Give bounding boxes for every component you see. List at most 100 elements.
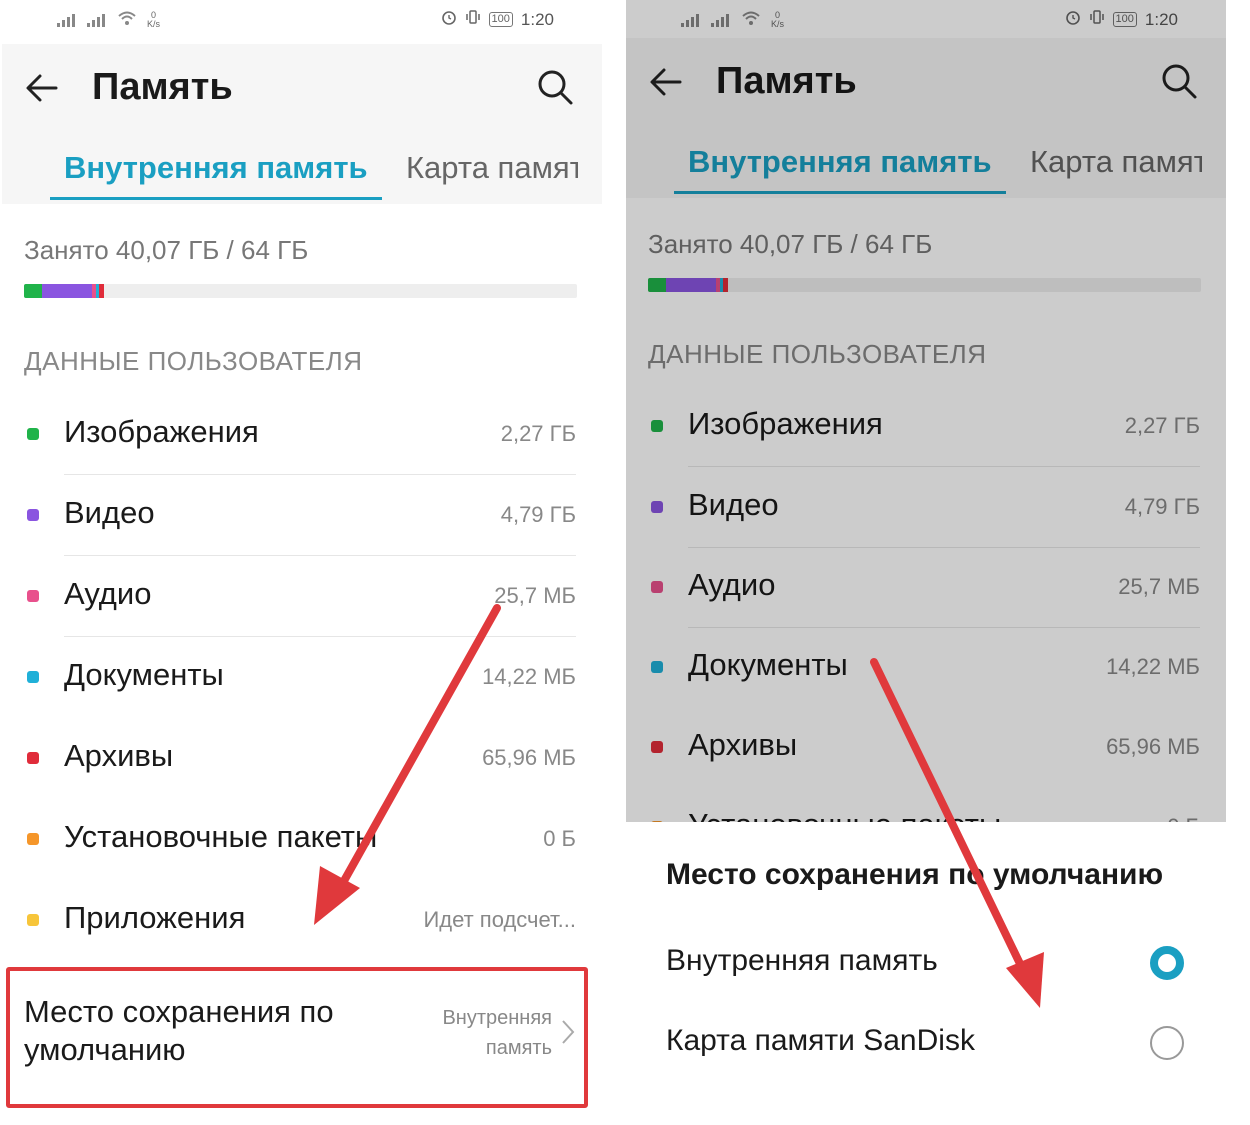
category-name: Архивы bbox=[64, 738, 174, 773]
category-size: 25,7 МБ bbox=[1118, 574, 1200, 599]
category-name: Изображения bbox=[688, 406, 883, 441]
option-label: Карта памяти SanDisk bbox=[666, 1024, 975, 1057]
phone-screen-left: 0 K/s 100 1:20 Память Внутренняя память К… bbox=[2, 0, 602, 1125]
category-size: 14,22 МБ bbox=[482, 664, 576, 689]
storage-used-text: Занято 40,07 ГБ / 64 ГБ bbox=[24, 235, 309, 265]
category-row-images[interactable]: Изображения 2,27 ГБ bbox=[626, 386, 1226, 467]
category-row-documents[interactable]: Документы 14,22 МБ bbox=[2, 637, 602, 718]
status-time: 1:20 bbox=[520, 9, 554, 29]
tab-memory-card-clip: Карта памяти bbox=[1030, 138, 1202, 188]
chevron-right-icon bbox=[562, 1020, 575, 1044]
category-name: Изображения bbox=[64, 414, 259, 449]
category-dot bbox=[27, 671, 39, 683]
signal-icon bbox=[681, 13, 701, 27]
section-header-user-data: ДАННЫЕ ПОЛЬЗОВАТЕЛЯ bbox=[24, 346, 363, 376]
alarm-icon bbox=[441, 9, 457, 30]
phone-screen-right: 0 K/s 100 1:20 Память Внутренняя память К… bbox=[626, 0, 1226, 1125]
back-arrow-icon[interactable] bbox=[648, 64, 684, 100]
category-dot bbox=[651, 501, 663, 513]
net-speed: 0 K/s bbox=[147, 9, 161, 29]
app-bar: Память Внутренняя память Карта памяти bbox=[626, 38, 1226, 198]
vibrate-icon bbox=[1089, 9, 1105, 30]
option-internal-storage[interactable]: Внутренняя память bbox=[626, 924, 1226, 1004]
category-dot bbox=[27, 428, 39, 440]
storage-segment-archives bbox=[723, 278, 728, 292]
category-size: 25,7 МБ bbox=[494, 583, 576, 608]
search-icon[interactable] bbox=[1160, 62, 1198, 100]
category-name: Установочные пакеты bbox=[64, 819, 378, 854]
tab-memory-card[interactable]: Карта памяти bbox=[406, 150, 578, 186]
category-name: Приложения bbox=[64, 900, 246, 935]
status-time: 1:20 bbox=[1144, 9, 1178, 29]
category-dot bbox=[651, 661, 663, 673]
category-row-apps[interactable]: Приложения Идет подсчет... bbox=[2, 880, 602, 961]
radio-selected-icon[interactable] bbox=[1150, 946, 1184, 980]
storage-segment-archives bbox=[99, 284, 104, 298]
status-bar: 0 K/s 100 1:20 bbox=[2, 0, 602, 44]
category-row-video[interactable]: Видео 4,79 ГБ bbox=[626, 467, 1226, 548]
storage-segment-images bbox=[24, 284, 42, 298]
category-name: Видео bbox=[688, 487, 779, 522]
default-location-sheet: Место сохранения по умолчанию Внутренняя… bbox=[626, 822, 1226, 1125]
signal-icon bbox=[87, 13, 107, 27]
default-location-label: Место сохранения по умолчанию bbox=[24, 994, 334, 1067]
category-row-images[interactable]: Изображения 2,27 ГБ bbox=[2, 394, 602, 475]
category-size: 65,96 МБ bbox=[1106, 734, 1200, 759]
category-dot bbox=[651, 581, 663, 593]
category-name: Видео bbox=[64, 495, 155, 530]
category-row-archives[interactable]: Архивы 65,96 МБ bbox=[2, 718, 602, 799]
category-row-audio[interactable]: Аудио 25,7 МБ bbox=[626, 547, 1226, 628]
signal-icon bbox=[711, 13, 731, 27]
default-location-value: Внутренняя память bbox=[442, 1007, 552, 1059]
wifi-icon bbox=[117, 10, 137, 29]
tab-internal-storage[interactable]: Внутренняя память bbox=[674, 144, 1006, 194]
category-name: Аудио bbox=[688, 567, 776, 602]
comparison-stage: 0 K/s 100 1:20 Память Внутренняя память К… bbox=[0, 0, 1250, 1125]
back-arrow-icon[interactable] bbox=[24, 70, 60, 106]
category-dot bbox=[27, 833, 39, 845]
category-size: 0 Б bbox=[543, 826, 576, 851]
option-label: Внутренняя память bbox=[666, 944, 938, 977]
category-row-video[interactable]: Видео 4,79 ГБ bbox=[2, 475, 602, 556]
alarm-icon bbox=[1065, 9, 1081, 30]
category-dot bbox=[27, 590, 39, 602]
section-header-user-data: ДАННЫЕ ПОЛЬЗОВАТЕЛЯ bbox=[648, 339, 987, 369]
signal-icon bbox=[57, 13, 77, 27]
app-bar: Память Внутренняя память Карта памяти bbox=[2, 44, 602, 204]
default-location-row[interactable]: Место сохранения по умолчанию Внутренняя… bbox=[2, 965, 602, 1110]
category-dot bbox=[651, 420, 663, 432]
storage-usage-bar bbox=[24, 284, 577, 298]
category-row-packages[interactable]: Установочные пакеты 0 Б bbox=[2, 799, 602, 880]
category-name: Документы bbox=[688, 647, 848, 682]
category-size: 2,27 ГБ bbox=[500, 421, 576, 446]
storage-segment-images bbox=[648, 278, 666, 292]
category-dot bbox=[651, 741, 663, 753]
tab-memory-card-clip: Карта памяти bbox=[406, 144, 578, 194]
category-size: 14,22 МБ bbox=[1106, 654, 1200, 679]
category-name: Архивы bbox=[688, 727, 798, 762]
category-row-audio[interactable]: Аудио 25,7 МБ bbox=[2, 556, 602, 637]
category-name: Аудио bbox=[64, 576, 152, 611]
radio-unselected-icon[interactable] bbox=[1150, 1026, 1184, 1060]
category-dot bbox=[27, 752, 39, 764]
category-size: Идет подсчет... bbox=[423, 907, 576, 932]
category-row-archives[interactable]: Архивы 65,96 МБ bbox=[626, 707, 1226, 788]
category-dot bbox=[27, 914, 39, 926]
page-title: Память bbox=[92, 66, 233, 108]
tab-internal-storage[interactable]: Внутренняя память bbox=[50, 150, 382, 200]
battery-icon: 100 bbox=[1112, 12, 1137, 27]
category-name: Документы bbox=[64, 657, 224, 692]
battery-icon: 100 bbox=[488, 12, 513, 27]
category-row-documents[interactable]: Документы 14,22 МБ bbox=[626, 627, 1226, 708]
category-size: 4,79 ГБ bbox=[500, 502, 576, 527]
tab-memory-card[interactable]: Карта памяти bbox=[1030, 144, 1202, 180]
category-size: 2,27 ГБ bbox=[1124, 413, 1200, 438]
storage-segment-video bbox=[666, 278, 716, 292]
sheet-title: Место сохранения по умолчанию bbox=[666, 858, 1164, 891]
vibrate-icon bbox=[465, 9, 481, 30]
category-dot bbox=[27, 509, 39, 521]
option-sandisk-card[interactable]: Карта памяти SanDisk bbox=[626, 1004, 1226, 1084]
category-size: 4,79 ГБ bbox=[1124, 494, 1200, 519]
search-icon[interactable] bbox=[536, 68, 574, 106]
page-title: Память bbox=[716, 60, 857, 102]
